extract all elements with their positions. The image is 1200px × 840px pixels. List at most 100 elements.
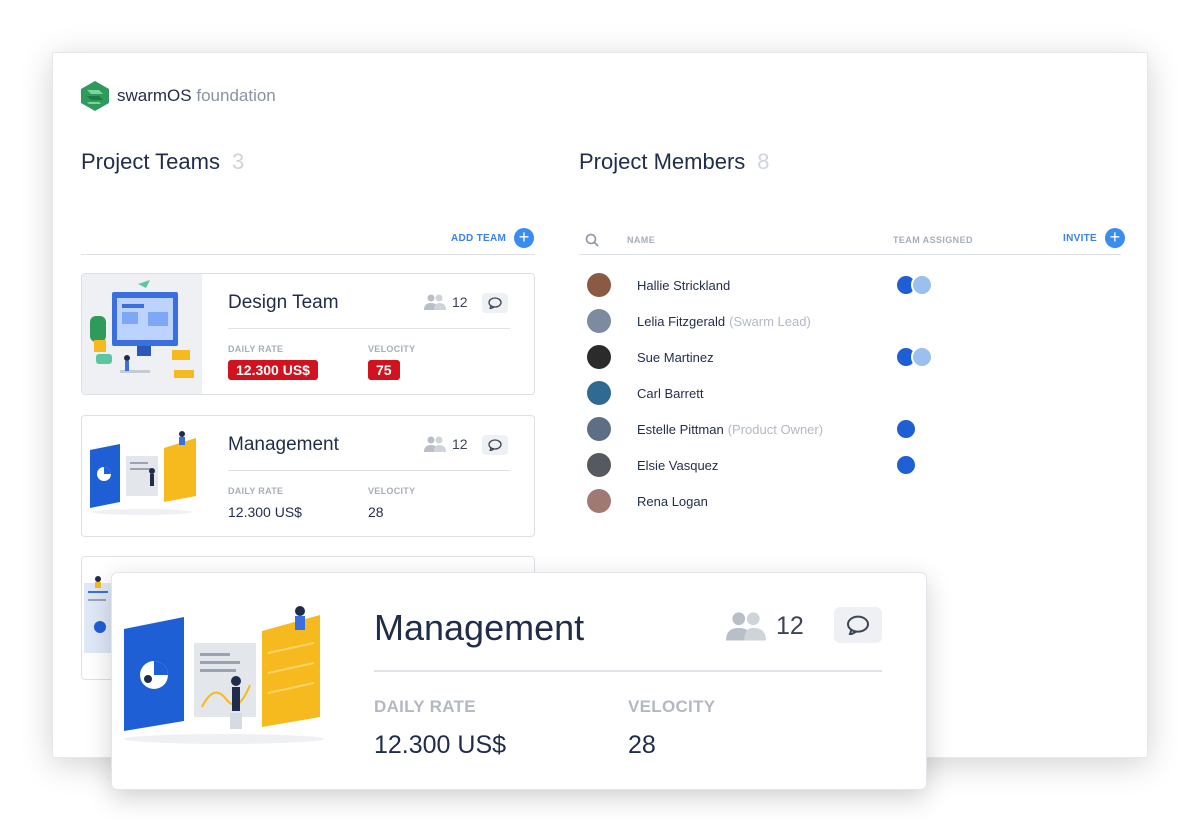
team-member-count: 12 (424, 436, 468, 452)
member-name-text: Sue Martinez (637, 349, 714, 365)
assigned-teams (895, 418, 917, 440)
daily-rate-label: DAILY RATE (228, 486, 284, 496)
daily-rate-value: 12.300 US$ (228, 504, 302, 520)
member-row[interactable]: Elsie Vasquez (587, 447, 1127, 483)
plus-icon: + (514, 228, 535, 248)
zoomed-team-card[interactable]: Management 12 DAILY RATE VELOCITY 12.300… (111, 572, 927, 790)
plus-icon: + (1105, 228, 1126, 248)
name-column-header[interactable]: NAME (627, 235, 655, 245)
member-name[interactable]: Elsie Vasquez (637, 458, 718, 473)
member-name-text: Elsie Vasquez (637, 457, 719, 473)
member-row[interactable]: Lelia Fitzgerald (Swarm Lead) (587, 303, 1127, 339)
members-toolbar-divider (579, 254, 1121, 255)
avatar[interactable] (587, 309, 611, 333)
project-teams-count: 3 (231, 149, 245, 174)
member-name[interactable]: Lelia Fitzgerald (Swarm Lead) (637, 314, 811, 329)
daily-rate-label: DAILY RATE (228, 344, 284, 354)
member-name-text: Lelia Fitzgerald (637, 313, 726, 329)
members-table-header: NAME TEAM ASSIGNED (579, 229, 1121, 251)
member-row[interactable]: Hallie Strickland (587, 267, 1127, 303)
avatar[interactable] (587, 489, 611, 513)
member-name[interactable]: Sue Martinez (637, 350, 714, 365)
chat-button[interactable] (482, 435, 508, 455)
zoomed-velocity-label: VELOCITY (628, 697, 716, 716)
chat-bubble-icon (847, 615, 869, 635)
member-role: (Product Owner) (727, 421, 824, 437)
team-avatar-icon[interactable] (895, 418, 917, 440)
chat-bubble-icon (488, 439, 502, 451)
project-members-title: Project Members 8 (579, 149, 770, 175)
member-count-value: 12 (452, 294, 468, 310)
add-team-label: ADD TEAM (451, 232, 507, 244)
zoomed-daily-rate-label: DAILY RATE (374, 697, 476, 716)
assigned-teams (895, 274, 933, 296)
invite-label: INVITE (1063, 232, 1098, 244)
management-team-illustration-large (114, 603, 334, 763)
brand-name-suffix: foundation (196, 86, 276, 105)
velocity-label: VELOCITY (368, 344, 416, 354)
member-name-text: Carl Barrett (637, 385, 704, 401)
team-name: Management (228, 434, 339, 455)
team-assigned-column-header[interactable]: TEAM ASSIGNED (893, 235, 973, 245)
zoomed-member-count: 12 (726, 611, 804, 641)
design-team-illustration (82, 274, 202, 394)
team-member-count: 12 (424, 294, 468, 310)
card-divider (228, 470, 510, 471)
teams-toolbar-divider (81, 254, 535, 255)
team-avatar-icon[interactable] (895, 454, 917, 476)
member-row[interactable]: Sue Martinez (587, 339, 1127, 375)
member-row[interactable]: Carl Barrett (587, 375, 1127, 411)
brand-logo[interactable]: swarmOS foundation (81, 81, 276, 111)
chat-bubble-icon (488, 297, 502, 309)
member-name-text: Estelle Pittman (637, 421, 724, 437)
team-avatar-icon[interactable] (911, 274, 933, 296)
team-card-management[interactable]: Management 12 DAILY RATE VELOCITY 12.300… (81, 415, 535, 537)
invite-button[interactable]: INVITE + (1063, 228, 1126, 248)
team-avatar-icon[interactable] (911, 346, 933, 368)
member-name[interactable]: Estelle Pittman (Product Owner) (637, 422, 823, 437)
member-row[interactable]: Rena Logan (587, 483, 1127, 519)
avatar[interactable] (587, 381, 611, 405)
zoomed-velocity-value: 28 (628, 731, 656, 759)
people-icon (424, 436, 446, 452)
management-team-illustration (82, 416, 202, 536)
add-team-button[interactable]: ADD TEAM + (451, 228, 535, 248)
daily-rate-value: 12.300 US$ (228, 360, 318, 380)
avatar[interactable] (587, 453, 611, 477)
member-name[interactable]: Carl Barrett (637, 386, 703, 401)
zoomed-card-divider (374, 670, 882, 672)
velocity-badge: 75 (368, 360, 400, 380)
avatar[interactable] (587, 345, 611, 369)
velocity-value: 75 (368, 360, 400, 380)
project-teams-title: Project Teams 3 (81, 149, 244, 175)
swarmos-logo-icon (81, 81, 109, 111)
search-icon[interactable] (585, 233, 599, 247)
member-name[interactable]: Hallie Strickland (637, 278, 730, 293)
member-count-value: 12 (452, 436, 468, 452)
assigned-teams (895, 346, 933, 368)
card-divider (228, 328, 510, 329)
project-teams-heading: Project Teams (81, 149, 220, 174)
chat-button[interactable] (482, 293, 508, 313)
avatar[interactable] (587, 417, 611, 441)
avatar[interactable] (587, 273, 611, 297)
zoomed-daily-rate-value: 12.300 US$ (374, 731, 507, 759)
project-members-heading: Project Members (579, 149, 746, 174)
velocity-label: VELOCITY (368, 486, 416, 496)
daily-rate-badge: 12.300 US$ (228, 360, 318, 380)
member-name-text: Hallie Strickland (637, 277, 731, 293)
member-name[interactable]: Rena Logan (637, 494, 708, 509)
zoomed-member-count-value: 12 (776, 611, 804, 640)
team-name: Design Team (228, 292, 339, 313)
member-name-text: Rena Logan (637, 493, 708, 509)
brand-name: swarmOS foundation (117, 86, 276, 106)
member-row[interactable]: Estelle Pittman (Product Owner) (587, 411, 1127, 447)
team-card-design[interactable]: Design Team 12 DAILY RATE VELOCITY 12.30… (81, 273, 535, 395)
people-icon (726, 612, 766, 641)
assigned-teams (895, 454, 917, 476)
velocity-value: 28 (368, 504, 384, 520)
zoomed-chat-button[interactable] (834, 607, 882, 643)
brand-name-main: swarmOS (117, 86, 192, 105)
project-members-count: 8 (757, 149, 770, 174)
zoomed-team-name: Management (374, 607, 585, 648)
